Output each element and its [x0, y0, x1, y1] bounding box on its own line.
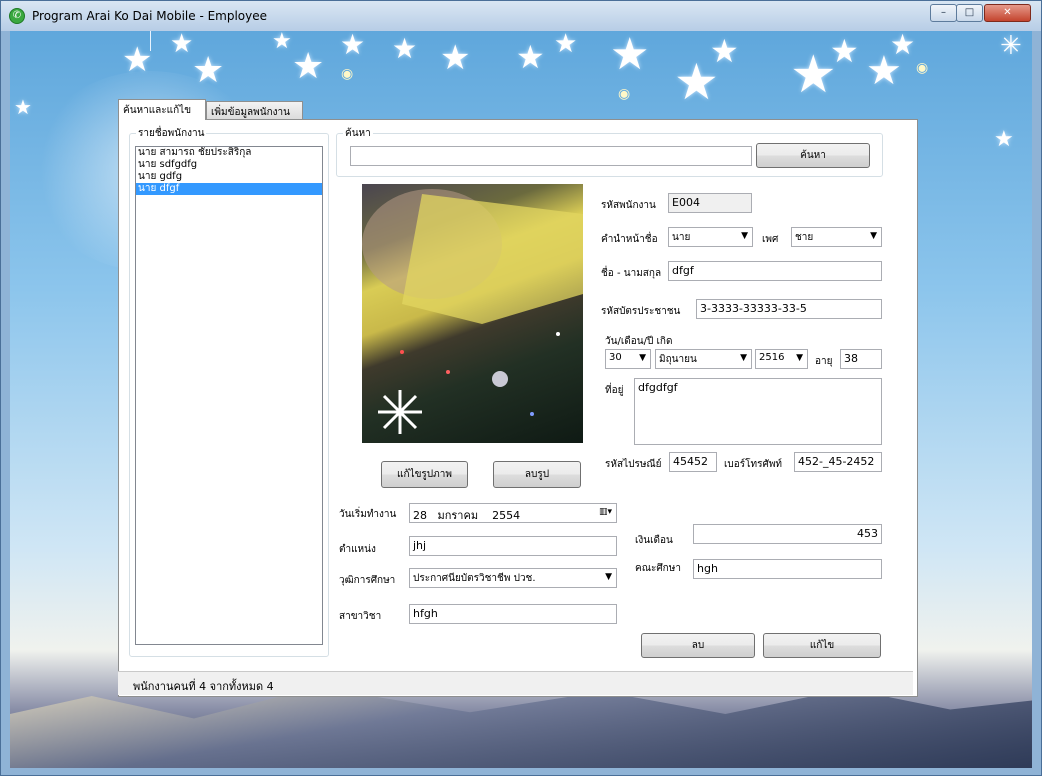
phone-label: เบอร์โทรศัพท์: [724, 459, 783, 470]
star-decoration: ★: [272, 31, 292, 54]
chevron-down-icon: ▼: [740, 353, 747, 363]
star-decoration: ★: [292, 46, 325, 87]
employee-listbox[interactable]: นาย สามารถ ชัยประสิริกุล นาย sdfgdfg นาย…: [135, 146, 323, 645]
star-decoration: ★: [14, 95, 32, 119]
education-label: วุฒิการศึกษา: [339, 575, 396, 586]
chevron-down-icon: ▼: [605, 572, 612, 582]
employee-photo: [362, 184, 583, 443]
star-decoration: ★: [340, 31, 366, 61]
close-button[interactable]: ✕: [984, 4, 1031, 22]
star-decoration: ★: [710, 32, 739, 70]
sparkle-decoration: ✳: [1000, 31, 1022, 61]
star-decoration: ★: [516, 38, 545, 76]
ornament-decoration: ◉: [618, 86, 631, 102]
delete-button[interactable]: ลบ: [641, 633, 755, 658]
calendar-icon[interactable]: ▥▾: [599, 507, 612, 517]
faculty-label: คณะศึกษา: [635, 563, 681, 574]
star-decoration: ★: [994, 127, 1014, 152]
birth-day-value: 30: [609, 352, 622, 363]
chevron-down-icon: ▼: [870, 231, 877, 241]
title-bar[interactable]: ✆ Program Arai Ko Dai Mobile - Employee …: [1, 1, 1041, 31]
major-field[interactable]: hfgh: [409, 604, 617, 624]
major-label: สาขาวิชา: [339, 611, 382, 622]
search-button[interactable]: ค้นหา: [756, 143, 870, 168]
list-item[interactable]: นาย sdfgdfg: [136, 159, 322, 171]
prefix-value: นาย: [672, 232, 691, 243]
ornament-decoration: ◉: [341, 66, 354, 82]
ornament-decoration: ◉: [916, 60, 929, 76]
birth-month-value: มิถุนายน: [659, 354, 697, 365]
star-decoration: ★: [610, 31, 650, 80]
birth-year-dropdown[interactable]: 2516 ▼: [755, 349, 808, 369]
age-label: อายุ: [815, 356, 833, 367]
postcode-field[interactable]: 45452: [669, 452, 717, 472]
status-bar: พนักงานคนที่ 4 จากทั้งหมด 4: [118, 671, 913, 695]
position-field[interactable]: jhj: [409, 536, 617, 556]
position-label: ตำแหน่ง: [339, 544, 376, 555]
status-text: พนักงานคนที่ 4 จากทั้งหมด 4: [133, 680, 274, 693]
star-decoration: ★: [890, 31, 916, 61]
chevron-down-icon: ▼: [639, 353, 646, 363]
chevron-down-icon: ▼: [796, 353, 803, 363]
maximize-button[interactable]: □: [956, 4, 983, 22]
birth-day-dropdown[interactable]: 30 ▼: [605, 349, 651, 369]
search-input[interactable]: [350, 146, 752, 166]
fullname-field[interactable]: dfgf: [668, 261, 882, 281]
start-date-value: 28 มกราคม 2554: [413, 509, 521, 522]
citizen-id-label: รหัสบัตรประชาชน: [601, 306, 681, 317]
postcode-label: รหัสไปรษณีย์: [605, 459, 662, 470]
age-field[interactable]: 38: [840, 349, 882, 369]
birth-year-value: 2516: [759, 352, 785, 363]
start-date-picker[interactable]: 28 มกราคม 2554 ▥▾: [409, 503, 617, 523]
chevron-down-icon: ▼: [741, 231, 748, 241]
minimize-button[interactable]: –: [930, 4, 957, 22]
star-decoration: ★: [830, 32, 859, 70]
address-label: ที่อยู่: [605, 385, 624, 396]
list-item[interactable]: นาย gdfg: [136, 171, 322, 183]
window-title: Program Arai Ko Dai Mobile - Employee: [32, 9, 268, 23]
tab-add-employee[interactable]: เพิ่มข้อมูลพนักงาน: [206, 101, 303, 119]
list-item[interactable]: นาย สามารถ ชัยประสิริกุล: [136, 147, 322, 159]
salary-field[interactable]: 453: [693, 524, 882, 544]
fullname-label: ชื่อ - นามสกุล: [601, 268, 662, 279]
employee-id-label: รหัสพนักงาน: [601, 200, 656, 211]
address-textarea[interactable]: dfgdfgf: [634, 378, 882, 445]
phone-field[interactable]: 452-_45-2452: [794, 452, 882, 472]
gender-dropdown[interactable]: ชาย ▼: [791, 227, 882, 247]
edit-button[interactable]: แก้ไข: [763, 633, 881, 658]
star-decoration: ★: [392, 32, 418, 65]
birthdate-label: วัน/เดือน/ปี เกิด: [605, 336, 673, 347]
gender-value: ชาย: [795, 232, 814, 243]
list-item-selected[interactable]: นาย dfgf: [136, 183, 322, 195]
birth-month-dropdown[interactable]: มิถุนายน ▼: [655, 349, 752, 369]
prefix-label: คำนำหน้าชื่อ: [601, 234, 658, 245]
prefix-dropdown[interactable]: นาย ▼: [668, 227, 753, 247]
faculty-field[interactable]: hgh: [693, 559, 882, 579]
tab-search-edit[interactable]: ค้นหาและแก้ไข: [118, 99, 206, 120]
employee-id-field[interactable]: E004: [668, 193, 752, 213]
salary-label: เงินเดือน: [635, 535, 673, 546]
employee-list-title: รายชื่อพนักงาน: [136, 126, 207, 141]
star-decoration: ★: [554, 31, 578, 59]
app-window: ✆ Program Arai Ko Dai Mobile - Employee …: [0, 0, 1042, 776]
star-decoration: ★: [192, 50, 225, 91]
citizen-id-field[interactable]: 3-3333-33333-33-5: [696, 299, 882, 319]
star-decoration: ★: [170, 31, 194, 59]
delete-photo-button[interactable]: ลบรูป: [493, 461, 581, 488]
education-value: ประกาศนียบัตรวิชาชีพ ปวช.: [413, 573, 536, 584]
start-date-label: วันเริ่มทำงาน: [339, 509, 397, 520]
education-dropdown[interactable]: ประกาศนียบัตรวิชาชีพ ปวช. ▼: [409, 568, 617, 588]
edit-photo-button[interactable]: แก้ไขรูปภาพ: [381, 461, 468, 488]
app-icon: ✆: [9, 8, 25, 24]
star-decoration: ★: [440, 38, 471, 78]
star-decoration: ★: [122, 40, 153, 80]
photo-content: [362, 189, 583, 434]
gender-label: เพศ: [762, 234, 779, 245]
search-group-title: ค้นหา: [343, 126, 373, 141]
